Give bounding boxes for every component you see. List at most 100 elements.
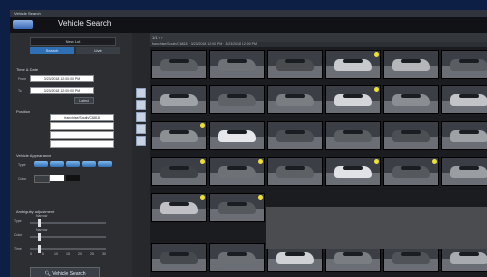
vehicle-thumbnail[interactable] bbox=[151, 157, 207, 186]
slider-thumb[interactable] bbox=[38, 233, 41, 241]
sedan-type-icon[interactable] bbox=[34, 161, 48, 167]
vehicle-thumbnail[interactable] bbox=[151, 121, 207, 150]
vehicle-thumbnail[interactable] bbox=[267, 157, 323, 186]
vehicle-thumbnail[interactable] bbox=[441, 121, 487, 150]
time-date-heading: Time & Date bbox=[16, 67, 39, 72]
position-heading: Position bbox=[16, 109, 31, 114]
vehicle-thumbnail[interactable] bbox=[383, 85, 439, 114]
to-label: To bbox=[18, 89, 22, 93]
desktop-background: { "window": {"title": "Vehicle Search"},… bbox=[0, 0, 487, 277]
vehicle-thumbnail[interactable] bbox=[209, 121, 265, 150]
from-field[interactable]: 3/23/2018 12:00:00 PM bbox=[30, 75, 94, 82]
vehicle-thumbnail[interactable] bbox=[383, 50, 439, 79]
tick-label: 5 bbox=[42, 252, 44, 256]
app-window: Vehicle Search Vehicle Search New Lot Se… bbox=[10, 10, 487, 277]
ambiguity-time-label: Time bbox=[14, 247, 22, 251]
tick-label: 25 bbox=[90, 252, 94, 256]
tick-label: 15 bbox=[66, 252, 70, 256]
time-ambiguity-slider[interactable] bbox=[30, 245, 106, 253]
suv-type-icon[interactable] bbox=[50, 161, 64, 167]
vehicle-thumbnail[interactable] bbox=[325, 121, 381, 150]
vehicle-thumbnail[interactable] bbox=[325, 157, 381, 186]
side-toolbar bbox=[132, 33, 150, 277]
tick-label: 30 bbox=[102, 252, 106, 256]
match-badge-icon bbox=[374, 87, 379, 92]
toggle-icon[interactable] bbox=[136, 100, 146, 110]
vehicle-thumbnail[interactable] bbox=[383, 121, 439, 150]
type-ambiguity-slider[interactable] bbox=[30, 219, 106, 227]
match-badge-icon bbox=[200, 195, 205, 200]
slider-thumb[interactable] bbox=[38, 219, 41, 227]
vehicle-thumbnail[interactable] bbox=[151, 50, 207, 79]
vehicle-thumbnail[interactable] bbox=[267, 50, 323, 79]
truck-type-icon[interactable] bbox=[82, 161, 96, 167]
app-logo-icon bbox=[13, 20, 33, 29]
ambiguity-type-label: Type bbox=[14, 219, 22, 223]
vehicle-thumbnail[interactable] bbox=[267, 85, 323, 114]
color-black-swatch[interactable] bbox=[66, 175, 80, 181]
vehicle-thumbnail[interactable] bbox=[209, 243, 265, 272]
position-item[interactable]: franchise/South/C6818 bbox=[50, 114, 114, 121]
vehicle-color-options bbox=[34, 175, 94, 183]
window-titlebar: Vehicle Search bbox=[10, 10, 487, 17]
match-badge-icon bbox=[258, 159, 263, 164]
search-panel: New Lot Search Live Time & Date From 3/2… bbox=[10, 33, 132, 277]
vehicle-thumbnail[interactable] bbox=[209, 85, 265, 114]
ambiguity-type-value: Narrow bbox=[36, 214, 48, 218]
match-badge-icon bbox=[374, 159, 379, 164]
vehicle-thumbnail[interactable] bbox=[209, 193, 265, 222]
vehicle-thumbnail[interactable] bbox=[151, 193, 207, 222]
time-slider-ticks: 0 5 10 15 20 25 30 bbox=[30, 252, 110, 257]
tab-search[interactable]: Search bbox=[30, 47, 74, 54]
results-panel: 1/1 ‹ › franchise/South/C6818 · 3/23/201… bbox=[150, 33, 487, 277]
vehicle-thumbnail[interactable] bbox=[383, 157, 439, 186]
toggle-icon[interactable] bbox=[136, 112, 146, 122]
vehicle-type-options bbox=[34, 161, 124, 168]
vehicle-thumbnail[interactable] bbox=[325, 50, 381, 79]
results-header: franchise/South/C6818 · 3/23/2018 12:00 … bbox=[150, 42, 487, 47]
vehicle-search-label: Vehicle Search bbox=[52, 271, 86, 277]
position-list-row[interactable] bbox=[50, 140, 114, 148]
match-badge-icon bbox=[432, 159, 437, 164]
latest-button[interactable]: Latest bbox=[74, 97, 94, 104]
tick-label: 0 bbox=[30, 252, 32, 256]
vehicle-thumbnail[interactable] bbox=[441, 157, 487, 186]
vehicle-thumbnail[interactable] bbox=[151, 243, 207, 272]
tab-bar: Search Live bbox=[30, 47, 120, 54]
vehicle-search-button[interactable]: 🔍︎ Vehicle Search bbox=[30, 267, 100, 277]
vehicle-thumbnail[interactable] bbox=[441, 50, 487, 79]
results-toolbar: 1/1 ‹ › bbox=[150, 33, 487, 42]
toggle-icon[interactable] bbox=[136, 136, 146, 146]
color-white-swatch[interactable] bbox=[50, 175, 64, 181]
vehicle-thumbnail[interactable] bbox=[441, 85, 487, 114]
tick-label: 10 bbox=[54, 252, 58, 256]
camera-select[interactable]: New Lot bbox=[30, 37, 116, 46]
ambiguity-color-label: Color bbox=[14, 233, 23, 237]
color-dark-swatch[interactable] bbox=[34, 175, 50, 183]
to-field[interactable]: 3/23/2018 12:00:00 PM bbox=[30, 87, 94, 94]
position-list-row[interactable] bbox=[50, 122, 114, 130]
empty-result-area bbox=[266, 207, 487, 249]
match-badge-icon bbox=[258, 195, 263, 200]
tick-label: 20 bbox=[78, 252, 82, 256]
vehicle-thumbnail[interactable] bbox=[151, 85, 207, 114]
toggle-icon[interactable] bbox=[136, 124, 146, 134]
wagon-type-icon[interactable] bbox=[98, 161, 112, 167]
vehicle-thumbnail[interactable] bbox=[325, 85, 381, 114]
match-badge-icon bbox=[200, 159, 205, 164]
match-badge-icon bbox=[374, 52, 379, 57]
toggle-icon[interactable] bbox=[136, 88, 146, 98]
ambiguity-color-value: Narrow bbox=[36, 228, 48, 232]
color-ambiguity-slider[interactable] bbox=[30, 233, 106, 241]
tab-live[interactable]: Live bbox=[76, 47, 120, 54]
appearance-heading: Vehicle Appearance bbox=[16, 153, 52, 158]
vehicle-thumbnail[interactable] bbox=[209, 157, 265, 186]
type-label: Type bbox=[18, 163, 26, 167]
vehicle-thumbnail[interactable] bbox=[209, 50, 265, 79]
vehicle-thumbnail[interactable] bbox=[267, 121, 323, 150]
from-label: From bbox=[18, 77, 27, 81]
van-type-icon[interactable] bbox=[66, 161, 80, 167]
app-title: Vehicle Search bbox=[58, 19, 112, 28]
app-header: Vehicle Search bbox=[10, 17, 487, 33]
position-list-row[interactable] bbox=[50, 131, 114, 139]
